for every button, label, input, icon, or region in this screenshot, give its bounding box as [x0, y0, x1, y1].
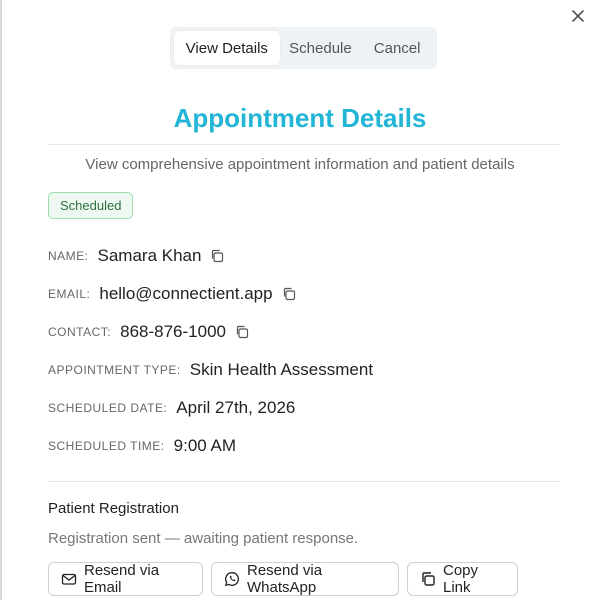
scheduled-time-label: SCHEDULED TIME:	[48, 439, 165, 453]
copy-icon	[420, 571, 436, 587]
tab-bar: View Details Schedule Cancel	[170, 27, 437, 69]
detail-scheduled-time: SCHEDULED TIME: 9:00 AM	[48, 434, 236, 458]
divider	[48, 144, 559, 145]
resend-whatsapp-label: Resend via WhatsApp	[247, 562, 323, 596]
copy-icon[interactable]	[234, 324, 250, 340]
resend-email-button[interactable]: Resend via Email	[48, 562, 203, 596]
appointment-type-label: APPOINTMENT TYPE:	[48, 363, 181, 377]
status-badge: Scheduled	[48, 192, 134, 219]
mail-icon	[61, 571, 77, 587]
registration-actions: Resend via Email Resend via WhatsApp Cop…	[48, 562, 518, 596]
registration-title: Patient Registration	[48, 500, 179, 517]
whatsapp-icon	[224, 571, 240, 587]
email-value: hello@connectient.app	[99, 284, 273, 303]
scheduled-date-value: April 27th, 2026	[176, 398, 296, 417]
registration-status: Registration sent — awaiting patient res…	[48, 530, 359, 547]
detail-contact: CONTACT: 868-876-1000	[48, 320, 250, 344]
close-button[interactable]	[568, 8, 588, 28]
detail-appointment-type: APPOINTMENT TYPE: Skin Health Assessment	[48, 358, 373, 382]
copy-link-label: Copy Link	[443, 562, 479, 596]
tab-schedule[interactable]: Schedule	[280, 31, 362, 65]
divider	[48, 481, 559, 482]
contact-label: CONTACT:	[48, 325, 112, 339]
close-icon	[572, 9, 584, 27]
scheduled-time-value: 9:00 AM	[173, 436, 237, 455]
dialog-left-border	[0, 0, 2, 600]
tab-cancel[interactable]: Cancel	[361, 31, 433, 65]
resend-email-label: Resend via Email	[84, 562, 160, 596]
name-label: NAME:	[48, 249, 89, 263]
copy-icon[interactable]	[209, 248, 225, 264]
email-label: EMAIL:	[48, 287, 91, 301]
detail-name: NAME: Samara Khan	[48, 244, 225, 268]
contact-value: 868-876-1000	[120, 322, 226, 341]
page-title: Appointment Details	[173, 103, 427, 133]
copy-link-button[interactable]: Copy Link	[407, 562, 518, 596]
tab-view-details[interactable]: View Details	[174, 31, 280, 65]
resend-whatsapp-button[interactable]: Resend via WhatsApp	[211, 562, 399, 596]
scheduled-date-label: SCHEDULED DATE:	[48, 401, 168, 415]
appointment-type-value: Skin Health Assessment	[189, 360, 374, 379]
detail-scheduled-date: SCHEDULED DATE: April 27th, 2026	[48, 396, 295, 420]
detail-email: EMAIL: hello@connectient.app	[48, 282, 297, 306]
name-value: Samara Khan	[97, 246, 202, 265]
copy-icon[interactable]	[281, 286, 297, 302]
page-subtitle: View comprehensive appointment informati…	[85, 156, 515, 173]
